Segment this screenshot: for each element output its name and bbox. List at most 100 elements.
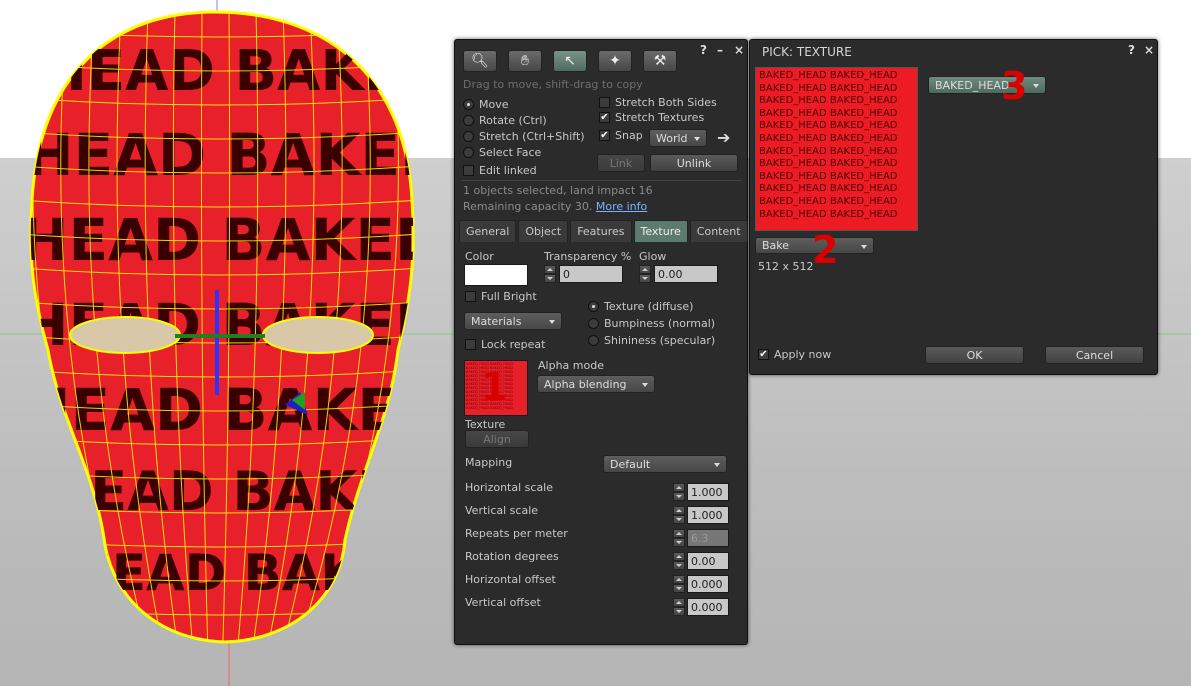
create-tool-button[interactable]: ✦ (598, 50, 632, 72)
lock-repeat-checkbox[interactable]: Lock repeat (465, 338, 545, 351)
tab-object[interactable]: Object (518, 220, 569, 242)
material-type-specular[interactable]: Shininess (specular) (588, 334, 715, 347)
vertical-offset-field[interactable]: 0.000 (687, 598, 729, 616)
texture-picker-floater[interactable]: PICK: TEXTURE ? × BAKED_HEAD BAKED_HEAD B… (749, 39, 1158, 375)
horizontal-offset-field[interactable]: 0.000 (687, 575, 729, 593)
head-texture-text: HEAD BAKED (45, 460, 439, 523)
glow-stepper[interactable] (639, 265, 651, 283)
selection-info: 1 objects selected, land impact 16 (463, 184, 653, 197)
tab-content[interactable]: Content (689, 220, 748, 242)
vertical-offset-stepper[interactable] (673, 598, 685, 616)
mode-rotate[interactable]: Rotate (Ctrl) (463, 114, 547, 127)
remaining-capacity: Remaining capacity 30. More info (463, 200, 648, 213)
vertical-scale-field[interactable]: 1.000 (687, 506, 729, 524)
mapping-select[interactable]: Default (603, 455, 727, 473)
checkbox-icon[interactable] (465, 339, 476, 350)
checkbox-icon[interactable] (599, 97, 610, 108)
radio-icon[interactable] (588, 301, 599, 312)
bake-channel-select[interactable]: BAKED_HEAD (928, 76, 1046, 94)
magic-wand-icon: ✦ (609, 53, 621, 69)
texture-preview-line: BAKED_HEAD BAKED_HEAD (759, 95, 898, 107)
texture-dimensions: 512 x 512 (758, 260, 814, 273)
magnifier-icon: 🔍︎ (471, 53, 489, 69)
focus-tool-button[interactable]: 🔍︎ (463, 50, 497, 72)
help-button[interactable]: ? (1128, 43, 1135, 57)
snap-checkbox[interactable]: ✔ Snap (599, 129, 643, 142)
checkmark-icon[interactable]: ✔ (599, 130, 610, 141)
horizontal-scale-stepper[interactable] (673, 483, 685, 501)
transparency-label: Transparency % (544, 250, 632, 263)
more-info-link[interactable]: More info (596, 200, 647, 213)
close-button[interactable]: × (734, 43, 744, 57)
arrow-cursor-icon: ↖ (564, 53, 576, 69)
texture-preview-line: BAKED_HEAD BAKED_HEAD (759, 70, 898, 81)
texture-preview-line: BAKED_HEAD BAKED_HEAD (759, 183, 898, 195)
material-type-diffuse[interactable]: Texture (diffuse) (588, 300, 693, 313)
edit-linked-checkbox[interactable]: Edit linked (463, 164, 537, 177)
chevron-down-icon (861, 245, 867, 249)
unlink-button[interactable]: Unlink (650, 154, 738, 172)
transparency-stepper[interactable] (544, 265, 556, 283)
apply-now-checkbox[interactable]: ✔ Apply now (758, 348, 831, 361)
mode-move[interactable]: Move (463, 98, 509, 111)
snap-mode-select[interactable]: World (649, 129, 707, 147)
bulldozer-icon: ⚒ (653, 53, 667, 69)
color-swatch[interactable] (464, 264, 528, 286)
texture-preview-line: BAKED_HEAD BAKED_HEAD (759, 120, 898, 132)
radio-icon[interactable] (588, 318, 599, 329)
arrow-right-icon[interactable]: ➔ (717, 128, 730, 147)
build-floater[interactable]: 🔍︎ ✋︎ ↖ ✦ ⚒ ? – × Drag to move, shift-dr… (454, 39, 748, 645)
land-tool-button[interactable]: ⚒ (643, 50, 677, 72)
annotation-1: 1 (481, 365, 508, 409)
full-bright-checkbox[interactable]: Full Bright (465, 290, 537, 303)
radio-icon[interactable] (463, 147, 474, 158)
mode-stretch[interactable]: Stretch (Ctrl+Shift) (463, 130, 585, 143)
head-texture-text: HEAD BAKED (40, 39, 449, 104)
rotation-degrees-field[interactable]: 0.00 (687, 552, 729, 570)
repeats-per-meter-stepper[interactable] (673, 529, 685, 547)
minimize-button[interactable]: – (717, 43, 723, 57)
tab-general[interactable]: General (459, 220, 517, 242)
repeats-per-meter-label: Repeats per meter (465, 527, 568, 540)
material-type-normal[interactable]: Bumpiness (normal) (588, 317, 715, 330)
checkmark-icon[interactable]: ✔ (599, 112, 610, 123)
help-button[interactable]: ? (700, 43, 707, 57)
mode-select-face[interactable]: Select Face (463, 146, 541, 159)
stretch-both-sides-checkbox[interactable]: Stretch Both Sides (599, 96, 717, 109)
checkbox-icon[interactable] (463, 165, 474, 176)
link-button[interactable]: Link (597, 154, 645, 172)
move-tool-button[interactable]: ✋︎ (508, 50, 542, 72)
radio-icon[interactable] (463, 131, 474, 142)
glow-field[interactable]: 0.00 (654, 265, 718, 283)
horizontal-scale-field[interactable]: 1.000 (687, 483, 729, 501)
checkbox-icon[interactable] (465, 291, 476, 302)
materials-select[interactable]: Materials (464, 312, 562, 330)
chevron-down-icon (714, 463, 720, 467)
radio-icon[interactable] (588, 335, 599, 346)
checkmark-icon[interactable]: ✔ (758, 349, 769, 360)
edit-tool-button[interactable]: ↖ (553, 50, 587, 72)
repeats-per-meter-field[interactable]: 6.3 (687, 529, 729, 547)
stretch-textures-checkbox[interactable]: ✔ Stretch Textures (599, 111, 704, 124)
transparency-field[interactable]: 0 (559, 265, 623, 283)
tab-texture[interactable]: Texture (633, 220, 688, 242)
radio-icon[interactable] (463, 115, 474, 126)
horizontal-scale-label: Horizontal scale (465, 481, 554, 494)
horizontal-offset-stepper[interactable] (673, 575, 685, 593)
alpha-mode-select[interactable]: Alpha blending (537, 375, 655, 393)
texture-preview-line: BAKED_HEAD BAKED_HEAD (759, 158, 898, 170)
texture-preview[interactable]: BAKED_HEAD BAKED_HEAD BAKED_HEAD BAKED_HE… (755, 67, 918, 231)
chevron-down-icon (642, 383, 648, 387)
annotation-2: 2 (812, 228, 839, 272)
radio-icon[interactable] (463, 99, 474, 110)
texture-preview-line: BAKED_HEAD BAKED_HEAD (759, 170, 898, 182)
chevron-down-icon (549, 320, 555, 324)
vertical-scale-stepper[interactable] (673, 506, 685, 524)
rotation-degrees-stepper[interactable] (673, 552, 685, 570)
close-button[interactable]: × (1144, 43, 1154, 57)
align-button[interactable]: Align (465, 430, 529, 448)
cancel-button[interactable]: Cancel (1045, 346, 1144, 364)
tab-features[interactable]: Features (570, 220, 632, 242)
ok-button[interactable]: OK (925, 346, 1024, 364)
right-eye (262, 316, 374, 354)
